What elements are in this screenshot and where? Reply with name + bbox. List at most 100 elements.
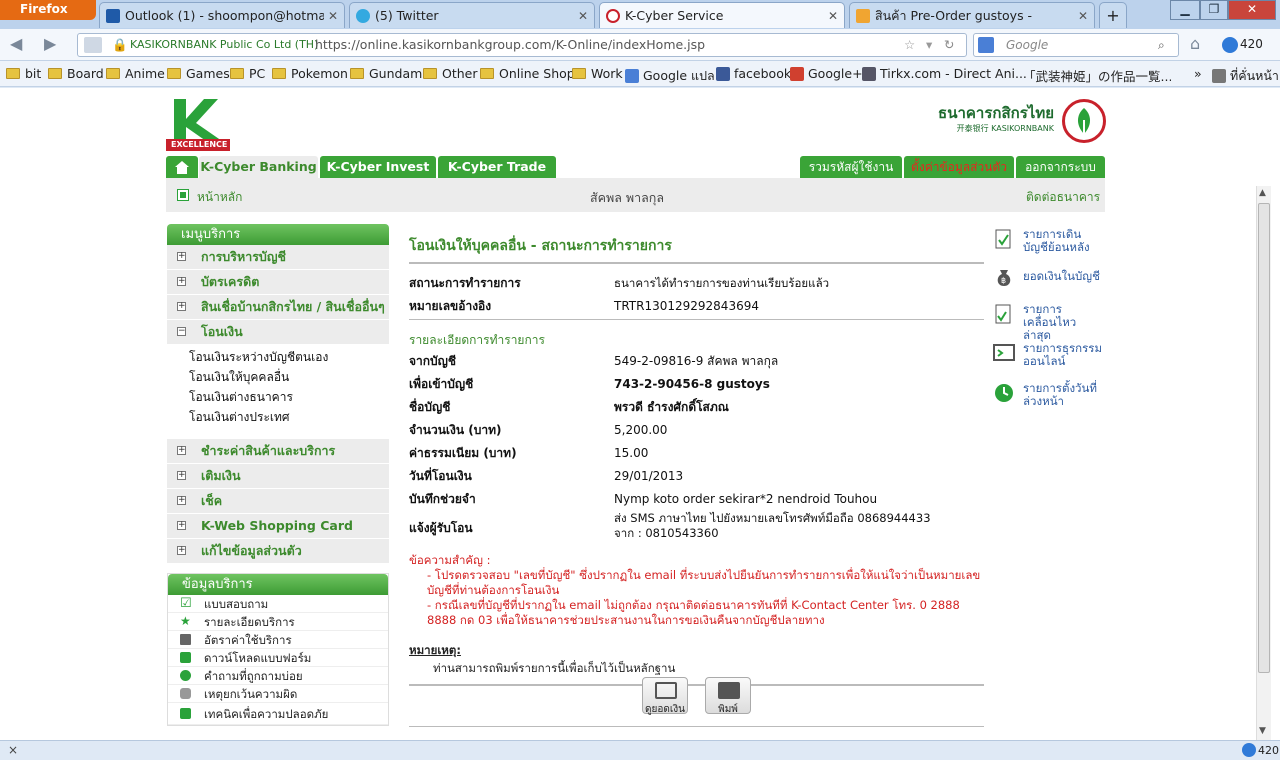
- search-box[interactable]: Google ⌕: [973, 33, 1179, 57]
- close-findbar-icon[interactable]: ×: [8, 743, 18, 757]
- close-icon[interactable]: ✕: [1078, 9, 1088, 23]
- new-tab-button[interactable]: +: [1099, 2, 1127, 28]
- tab-k-cyber-banking[interactable]: K-Cyber Banking: [199, 156, 318, 180]
- bookmark-games[interactable]: Games: [167, 66, 230, 81]
- scroll-down-icon[interactable]: ▼: [1259, 726, 1266, 736]
- maximize-button[interactable]: ❐: [1200, 0, 1228, 20]
- menu-transfer[interactable]: − โอนเงิน: [167, 320, 389, 345]
- view-balance-button[interactable]: ดูยอดเงิน: [642, 677, 688, 715]
- print-button[interactable]: พิมพ์: [705, 677, 751, 715]
- tab-k-cyber-invest[interactable]: K-Cyber Invest: [320, 156, 436, 179]
- dropdown-icon[interactable]: ▾: [926, 34, 932, 56]
- addon-icon[interactable]: [1222, 37, 1238, 53]
- bookmark-pixiv[interactable]: 「武装神姫」の作品一覧...: [1019, 66, 1171, 85]
- bookmark-bit[interactable]: bit: [6, 66, 41, 81]
- minimize-button[interactable]: ▁: [1170, 0, 1200, 20]
- expand-icon[interactable]: +: [177, 252, 186, 261]
- bookmark-other[interactable]: Other: [423, 66, 478, 81]
- close-icon[interactable]: ✕: [578, 9, 588, 23]
- expand-icon[interactable]: +: [177, 496, 186, 505]
- home-link[interactable]: หน้าหลัก: [197, 188, 242, 207]
- bookmark-tirkx[interactable]: Tirkx.com - Direct Ani...: [862, 66, 1027, 81]
- menu-top-up[interactable]: + เติมเงิน: [167, 464, 389, 489]
- expand-icon[interactable]: +: [177, 446, 186, 455]
- menu-k-web-shopping-card[interactable]: + K-Web Shopping Card: [167, 514, 389, 539]
- addon-status-icon[interactable]: [1242, 743, 1256, 757]
- menu-bill-payment[interactable]: + ชำระค่าสินค้าและบริการ: [167, 439, 389, 464]
- expand-icon[interactable]: +: [177, 471, 186, 480]
- bookmark-pc[interactable]: PC: [230, 66, 265, 81]
- bookmark-online-shop[interactable]: Online Shop: [480, 66, 575, 81]
- site-identity[interactable]: KASIKORNBANK Public Co Ltd (TH): [130, 34, 318, 56]
- reload-icon[interactable]: ↻: [944, 34, 954, 56]
- submenu-own-account[interactable]: โอนเงินระหว่างบัญชีตนเอง: [167, 347, 389, 367]
- url-bar[interactable]: 🔒 KASIKORNBANK Public Co Ltd (TH) https:…: [77, 33, 967, 57]
- back-icon[interactable]: ◀: [10, 34, 22, 53]
- forward-icon[interactable]: ▶: [44, 34, 56, 53]
- link-recent-movements[interactable]: รายการเคลื่อนไหวล่าสุด: [993, 303, 1103, 342]
- scroll-thumb[interactable]: [1258, 203, 1270, 673]
- link-account-balance[interactable]: ฿ ยอดเงินในบัญชี: [993, 266, 1103, 288]
- menu-edit-personal-info[interactable]: + แก้ไขข้อมูลส่วนตัว: [167, 539, 389, 564]
- bookmark-work[interactable]: Work: [572, 66, 623, 81]
- expand-icon[interactable]: +: [177, 546, 186, 555]
- url-text[interactable]: https://online.kasikornbankgroup.com/K-O…: [315, 34, 705, 56]
- bookmark-gundam[interactable]: Gundam: [350, 66, 422, 81]
- bookmark-anime[interactable]: Anime: [106, 66, 165, 81]
- info-security-tips[interactable]: เทคนิคเพื่อความปลอดภัย: [168, 703, 388, 725]
- info-download-forms[interactable]: ดาวน์โหลดแบบฟอร์ม: [168, 649, 388, 667]
- scroll-up-icon[interactable]: ▲: [1259, 188, 1266, 198]
- info-service-details[interactable]: ★ รายละเอียดบริการ: [168, 613, 388, 631]
- expand-icon[interactable]: +: [177, 521, 186, 530]
- bookmark-google-plus[interactable]: Google+: [790, 66, 863, 81]
- close-window-button[interactable]: ✕: [1228, 0, 1276, 20]
- bookmarks-menu[interactable]: ที่คั่นหน้า: [1212, 66, 1279, 86]
- page-scrollbar[interactable]: ▲ ▼: [1256, 186, 1271, 740]
- info-disclaimer[interactable]: เหตุยกเว้นความผิด: [168, 685, 388, 703]
- bookmark-board[interactable]: Board: [48, 66, 104, 81]
- google-plus-icon: [790, 66, 804, 81]
- k-excellence-logo[interactable]: EXCELLENCE: [166, 97, 230, 151]
- link-scheduled-transactions[interactable]: รายการตั้งวันที่ล่วงหน้า: [993, 382, 1103, 408]
- home-icon[interactable]: ⌂: [1190, 34, 1200, 53]
- close-icon[interactable]: ✕: [828, 9, 838, 23]
- link-statement-history[interactable]: รายการเดินบัญชีย้อนหลัง: [993, 228, 1103, 254]
- menu-cheque[interactable]: + เช็ค: [167, 489, 389, 514]
- bookmark-facebook[interactable]: facebook: [716, 66, 791, 81]
- expand-icon[interactable]: +: [177, 302, 186, 311]
- bookmark-pokemon[interactable]: Pokemon: [272, 66, 348, 81]
- submenu-third-party[interactable]: โอนเงินให้บุคคลอื่น: [167, 367, 389, 387]
- info-faq[interactable]: คำถามที่ถูกถามบ่อย: [168, 667, 388, 685]
- transfer-status-panel: โอนเงินให้บุคคลอื่น - สถานะการทำรายการ ส…: [409, 224, 984, 686]
- overflow-chevron-icon[interactable]: »: [1194, 66, 1202, 81]
- google-icon[interactable]: [978, 37, 994, 53]
- tab-outlook[interactable]: Outlook (1) - shoompon@hotmail.co... ✕: [99, 2, 345, 28]
- menu-loans[interactable]: + สินเชื่อบ้านกสิกรไทย / สินเชื่ออื่นๆ: [167, 295, 389, 320]
- tab-combine-username[interactable]: รวมรหัสผู้ใช้งาน: [800, 156, 902, 179]
- tab-personal-settings[interactable]: ตั้งค่าข้อมูลส่วนตัว: [904, 156, 1014, 179]
- search-icon[interactable]: ⌕: [1158, 34, 1165, 56]
- collapse-icon[interactable]: −: [177, 327, 186, 336]
- lock-icon: 🔒: [112, 37, 128, 52]
- home-tab[interactable]: [166, 156, 198, 179]
- tab-kcyber[interactable]: K-Cyber Service ✕: [599, 2, 845, 28]
- link-online-transactions[interactable]: รายการธุรกรรมออนไลน์: [993, 342, 1103, 368]
- tab-gustoys[interactable]: สินค้า Pre-Order gustoys - ✕: [849, 2, 1095, 28]
- info-questionnaire[interactable]: ☑ แบบสอบถาม: [168, 595, 388, 613]
- close-icon[interactable]: ✕: [328, 9, 338, 23]
- submenu-overseas[interactable]: โอนเงินต่างประเทศ: [167, 407, 389, 427]
- menu-credit-card[interactable]: + บัตรเครดิต: [167, 270, 389, 295]
- bookmark-google-translate[interactable]: Google แปล: [625, 66, 715, 86]
- tab-k-cyber-trade[interactable]: K-Cyber Trade: [438, 156, 556, 179]
- contact-bank-link[interactable]: ติดต่อธนาคาร: [1026, 188, 1100, 207]
- info-fees[interactable]: อัตราค่าใช้บริการ: [168, 631, 388, 649]
- key-icon[interactable]: [84, 37, 102, 53]
- kasikornbank-logo[interactable]: ธนาคารกสิกรไทย 开泰银行 KASIKORNBANK: [938, 99, 1106, 143]
- tab-logout[interactable]: ออกจากระบบ: [1016, 156, 1105, 179]
- tab-twitter[interactable]: (5) Twitter ✕: [349, 2, 595, 28]
- expand-icon[interactable]: +: [177, 277, 186, 286]
- submenu-other-bank[interactable]: โอนเงินต่างธนาคาร: [167, 387, 389, 407]
- bookmark-star-icon[interactable]: ☆: [904, 34, 915, 56]
- menu-account-management[interactable]: + การบริหารบัญชี: [167, 245, 389, 270]
- firefox-menu-button[interactable]: Firefox: [0, 0, 96, 20]
